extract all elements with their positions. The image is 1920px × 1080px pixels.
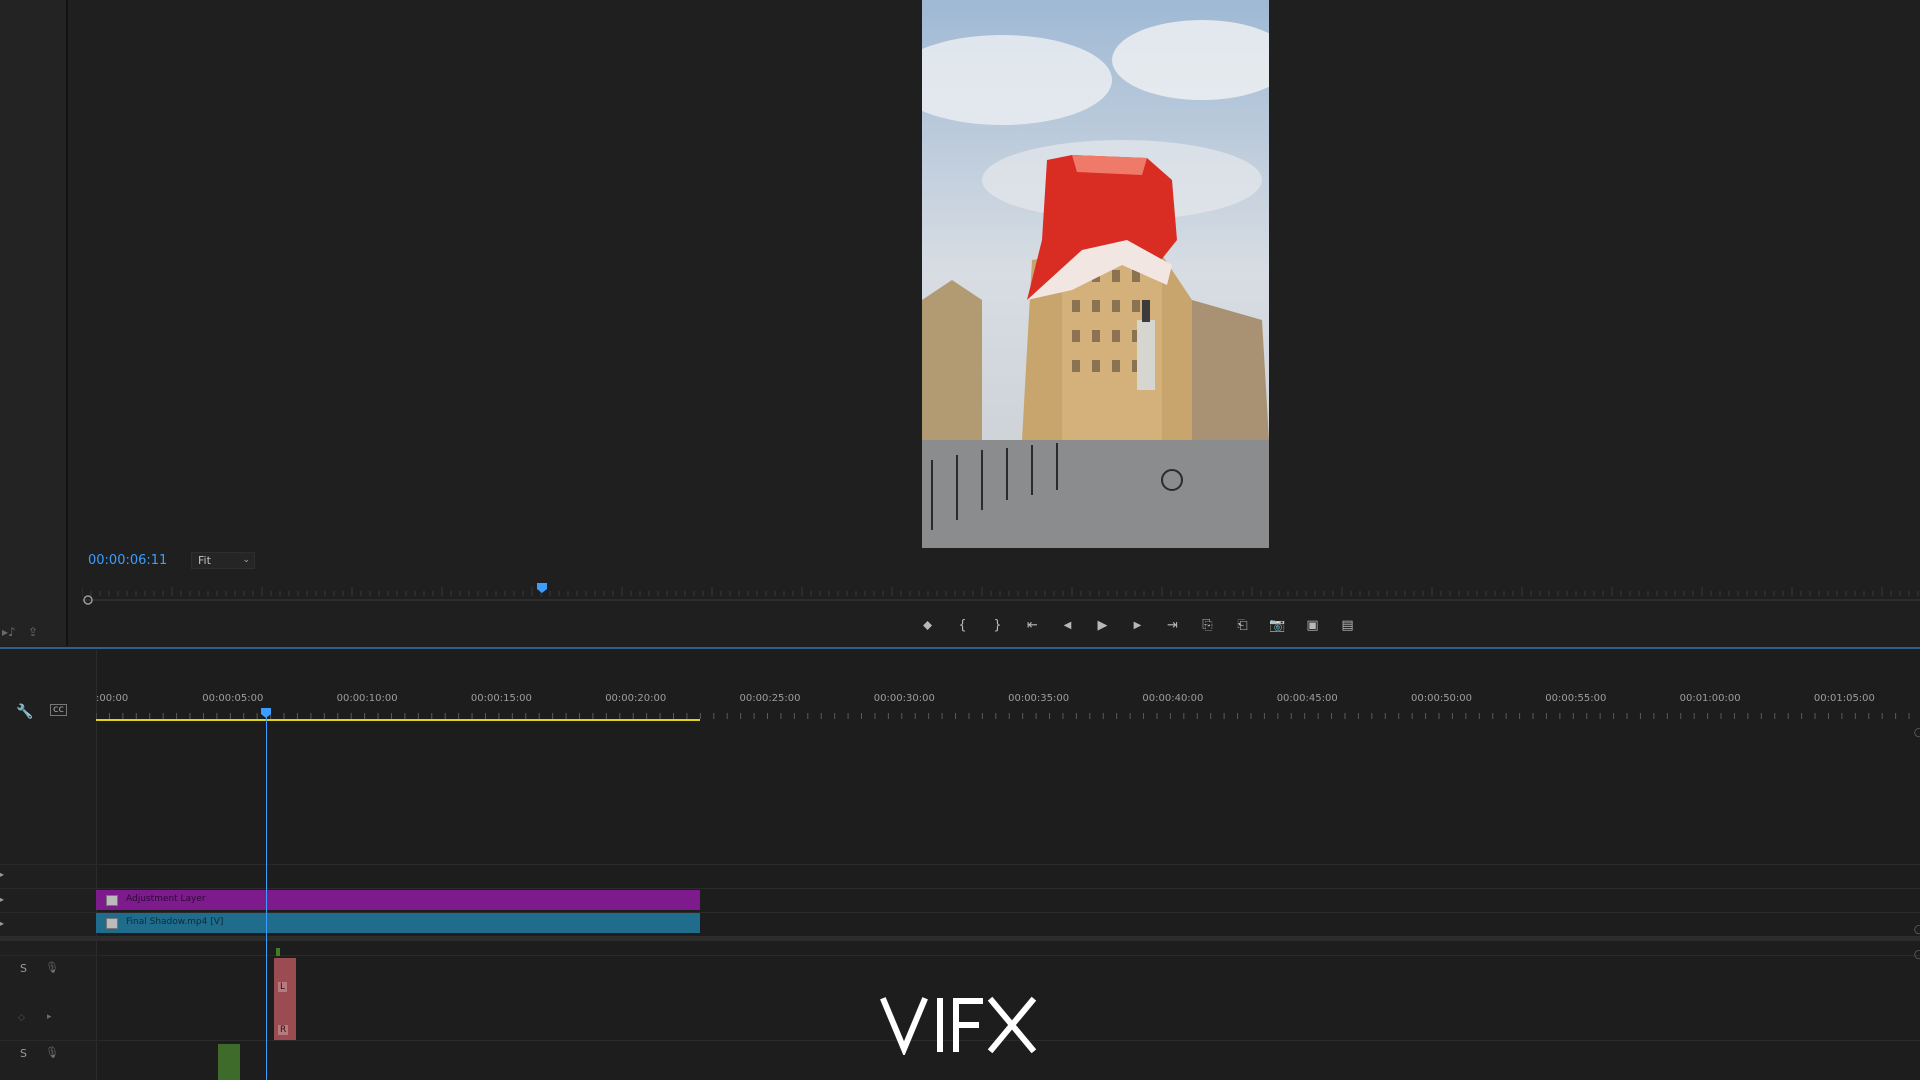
clip-label: Adjustment Layer [126, 894, 206, 904]
ruler-label: 00:01:05:00 [1813, 693, 1875, 704]
transport-controls: ⬥{} ⇤ ◀ ▶ ▶ ⇥ ⎘ ⎗ 📷 ▣ ▤ [910, 612, 1365, 638]
ruler-label: 00:00:55:00 [1545, 693, 1607, 704]
clip-link-icon [106, 918, 118, 929]
chevron-down-icon: ⌄ [242, 555, 250, 565]
voiceover-record-icon[interactable]: 🎙 [45, 961, 59, 974]
zoom-level-value: Fit [198, 554, 211, 567]
ruler-label: 00:00:50:00 [1411, 693, 1473, 704]
track-expand-icon[interactable]: ▸ [0, 919, 4, 928]
clip-adjustment-layer[interactable]: Adjustment Layer [96, 890, 700, 910]
play-button[interactable]: ▶ [1085, 612, 1120, 638]
ruler-label: 00:00:10:00 [336, 693, 398, 704]
mark-out-button[interactable]: } [980, 612, 1015, 638]
voiceover-record-icon[interactable]: 🎙 [45, 1046, 59, 1059]
ruler-label: 00:00:30:00 [873, 693, 935, 704]
go-to-out-button[interactable]: ⇥ [1155, 612, 1190, 638]
audio-clip-marker [276, 948, 280, 956]
step-forward-button[interactable]: ▶ [1120, 612, 1155, 638]
keyframe-icon[interactable]: ◇ [18, 1013, 25, 1023]
ruler-label: 00:00:35:00 [1008, 693, 1070, 704]
next-keyframe-icon[interactable]: ▸ [47, 1012, 52, 1022]
track-expand-icon[interactable]: ▸ [0, 895, 4, 904]
ruler-label: 00:01:00:00 [1679, 693, 1741, 704]
clip-fx-icon [106, 895, 118, 906]
left-panel-strip [0, 0, 68, 646]
ruler-label: 00:00:05:00 [202, 693, 264, 704]
solo-track-button[interactable]: S [20, 1047, 27, 1060]
ruler-label: 00:00:40:00 [1142, 693, 1204, 704]
scroll-handle-icon[interactable]: ◯ [1914, 728, 1920, 738]
track-expand-icon[interactable]: ▸ [0, 870, 4, 879]
scroll-handle-icon[interactable]: ◯ [1914, 925, 1920, 935]
track-separator [0, 955, 1920, 956]
work-area-bar[interactable] [96, 719, 700, 721]
ruler-label: 00:00:45:00 [1276, 693, 1338, 704]
audio-clip-green[interactable] [218, 1044, 240, 1080]
program-monitor-video-frame [922, 0, 1269, 548]
lift-button[interactable]: ⎘ [1190, 612, 1225, 638]
playhead-timecode[interactable]: 00:00:06:11 [88, 553, 167, 568]
ruler-label: 00:00:20:00 [605, 693, 667, 704]
scrub-ticks [82, 587, 1919, 596]
video-audio-divider[interactable] [0, 936, 1920, 941]
step-back-button[interactable]: ◀ [1050, 612, 1085, 638]
overwrite-button[interactable]: ▤ [1330, 612, 1365, 638]
clip-label: Final Shadow.mp4 [V] [126, 917, 224, 927]
clip-video[interactable]: Final Shadow.mp4 [V] [96, 913, 700, 933]
vifx-logo [880, 996, 1037, 1055]
ruler-label: :00:00 [96, 693, 129, 704]
audio-channel-left-label: L [278, 982, 288, 992]
scroll-handle-icon[interactable]: ◯ [1914, 950, 1920, 960]
track-separator [0, 888, 1920, 889]
panel-divider[interactable] [0, 647, 1920, 649]
extract-button[interactable]: ⎗ [1225, 612, 1260, 638]
export-icon[interactable]: ⇪ [28, 625, 38, 639]
monitor-scrub-bar[interactable] [82, 583, 1920, 605]
go-to-in-button[interactable]: ⇤ [1015, 612, 1050, 638]
monitor-playhead[interactable] [537, 583, 547, 593]
ruler-label: 00:00:15:00 [470, 693, 532, 704]
export-frame-button[interactable]: 📷 [1260, 612, 1295, 638]
ruler-label: 00:00:25:00 [739, 693, 801, 704]
solo-track-button[interactable]: S [20, 962, 27, 975]
zoom-level-dropdown[interactable]: Fit ⌄ [191, 552, 255, 569]
track-separator [0, 864, 1920, 865]
captions-icon[interactable]: cc [50, 704, 67, 716]
video-frame-image [922, 0, 1269, 548]
timeline-playhead-line[interactable] [266, 710, 267, 1080]
mark-in-button[interactable]: { [945, 612, 980, 638]
audio-output-icon[interactable]: ▸♪ [2, 625, 16, 639]
insert-button[interactable]: ▣ [1295, 612, 1330, 638]
audio-channel-right-label: R [278, 1025, 289, 1035]
add-marker-button[interactable]: ⬥ [910, 612, 945, 638]
wrench-icon[interactable]: 🔧 [16, 704, 33, 720]
